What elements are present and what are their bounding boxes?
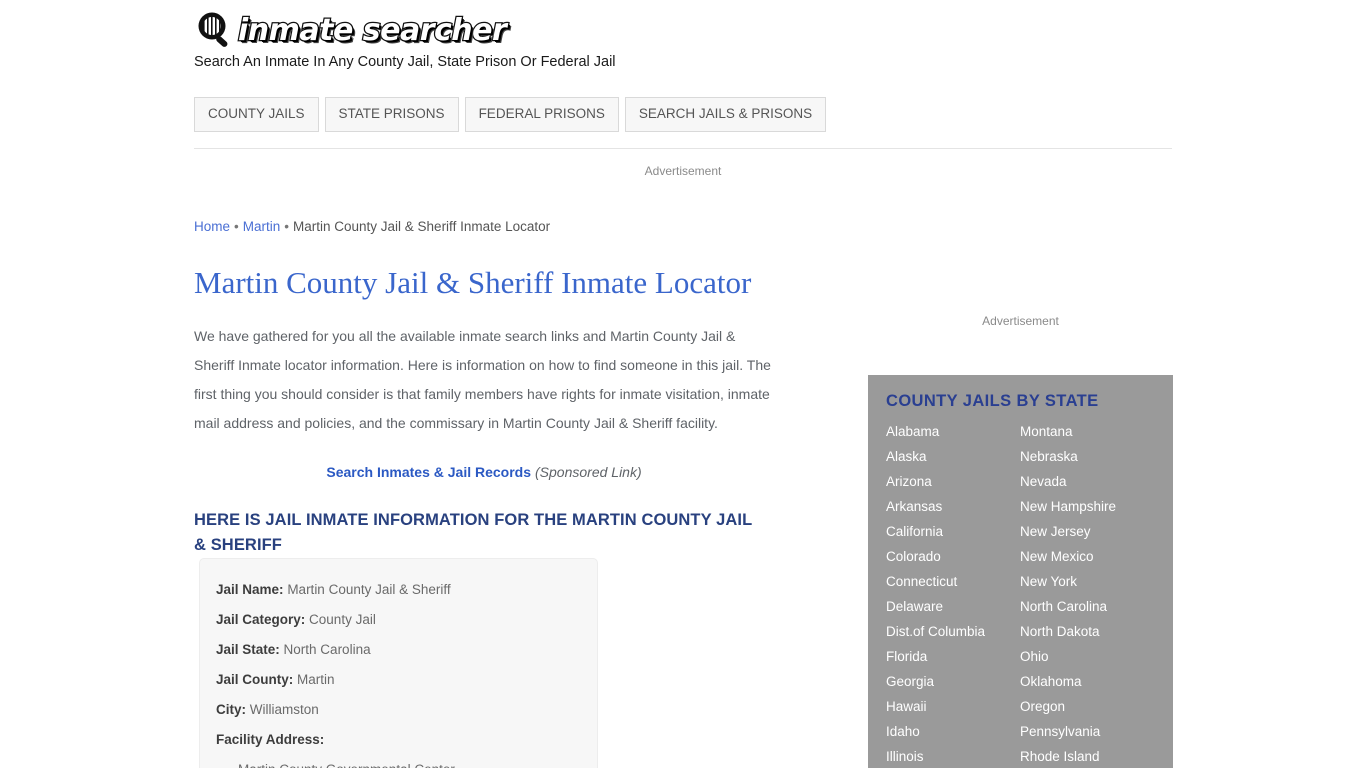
state-link-arizona[interactable]: Arizona [886,469,1020,494]
nav-item-search-jails-prisons[interactable]: SEARCH JAILS & PRISONS [624,97,827,132]
page-title: Martin County Jail & Sheriff Inmate Loca… [194,265,752,300]
breadcrumb-home-link[interactable]: Home [194,219,230,234]
state-link-new-jersey[interactable]: New Jersey [1020,519,1155,544]
info-row-facility-address: Facility Address: [216,725,581,755]
breadcrumb-current: Martin County Jail & Sheriff Inmate Loca… [293,219,551,234]
state-link-hawaii[interactable]: Hawaii [886,694,1020,719]
top-advertisement-label: Advertisement [644,164,722,178]
state-link-new-york[interactable]: New York [1020,569,1155,594]
info-label-facility-address: Facility Address: [216,732,325,747]
page-root: inmate searcher Search An Inmate In Any … [0,0,1366,768]
info-value-jail-county: Martin [297,672,335,687]
info-label-jail-name: Jail Name: [216,582,284,597]
info-label-jail-state: Jail State: [216,642,280,657]
logo-wordmark: inmate searcher [237,12,508,50]
info-row-jail-state: Jail State: North Carolina [216,635,581,665]
info-value-jail-state: North Carolina [283,642,371,657]
sponsored-link-note: (Sponsored Link) [535,464,642,480]
state-link-new-mexico[interactable]: New Mexico [1020,544,1155,569]
state-link-georgia[interactable]: Georgia [886,669,1020,694]
magnifier-jail-icon [194,10,236,52]
site-header: inmate searcher Search An Inmate In Any … [194,0,1172,71]
breadcrumb-county-link[interactable]: Martin [243,219,281,234]
state-link-connecticut[interactable]: Connecticut [886,569,1020,594]
state-link-alabama[interactable]: Alabama [886,419,1020,444]
state-link-illinois[interactable]: Illinois [886,744,1020,768]
header-divider [194,148,1172,149]
info-label-jail-category: Jail Category: [216,612,306,627]
info-value-facility-address-line-1: Martin County Governmental Center [216,755,581,768]
info-row-jail-name: Jail Name: Martin County Jail & Sheriff [216,575,581,605]
state-link-nebraska[interactable]: Nebraska [1020,444,1155,469]
breadcrumb: Home • Martin • Martin County Jail & Sheriff… [194,219,550,234]
sponsored-link-row: Search Inmates & Jail Records (Sponsored … [194,464,774,480]
search-inmates-records-link[interactable]: Search Inmates & Jail Records [326,464,531,480]
state-link-florida[interactable]: Florida [886,644,1020,669]
state-link-north-carolina[interactable]: North Carolina [1020,594,1155,619]
state-link-nevada[interactable]: Nevada [1020,469,1155,494]
county-jails-by-state-panel: COUNTY JAILS BY STATE Alabama Montana Al… [868,375,1173,768]
site-logo[interactable]: inmate searcher [194,0,1172,52]
breadcrumb-separator-2: • [284,219,289,234]
state-link-north-dakota[interactable]: North Dakota [1020,619,1155,644]
state-link-idaho[interactable]: Idaho [886,719,1020,744]
state-link-delaware[interactable]: Delaware [886,594,1020,619]
nav-item-county-jails[interactable]: COUNTY JAILS [194,97,319,132]
info-value-jail-category: County Jail [309,612,376,627]
state-link-new-hampshire[interactable]: New Hampshire [1020,494,1155,519]
info-row-jail-category: Jail Category: County Jail [216,605,581,635]
section-heading: HERE IS JAIL INMATE INFORMATION FOR THE … [194,511,752,554]
intro-paragraph: We have gathered for you all the availab… [194,328,771,431]
info-row-jail-county: Jail County: Martin [216,665,581,695]
state-link-alaska[interactable]: Alaska [886,444,1020,469]
info-row-city: City: Williamston [216,695,581,725]
state-link-rhode-island[interactable]: Rhode Island [1020,744,1155,768]
info-value-city: Williamston [249,702,319,717]
jail-info-card: Jail Name: Martin County Jail & Sheriff … [199,558,598,768]
state-link-montana[interactable]: Montana [1020,419,1155,444]
info-value-jail-name: Martin County Jail & Sheriff [287,582,451,597]
state-link-california[interactable]: California [886,519,1020,544]
info-label-city: City: [216,702,246,717]
state-link-arkansas[interactable]: Arkansas [886,494,1020,519]
state-link-oregon[interactable]: Oregon [1020,694,1155,719]
nav-item-state-prisons[interactable]: STATE PRISONS [324,97,459,132]
state-link-pennsylvania[interactable]: Pennsylvania [1020,719,1155,744]
state-link-dist-of-columbia[interactable]: Dist.of Columbia [886,619,1020,644]
breadcrumb-separator-1: • [234,219,239,234]
state-link-ohio[interactable]: Ohio [1020,644,1155,669]
info-label-jail-county: Jail County: [216,672,294,687]
sidebar-title: COUNTY JAILS BY STATE [886,392,1099,410]
site-tagline: Search An Inmate In Any County Jail, Sta… [194,54,616,70]
right-advertisement-label: Advertisement [982,314,1059,328]
main-nav: COUNTY JAILS STATE PRISONS FEDERAL PRISO… [194,97,827,132]
nav-item-federal-prisons[interactable]: FEDERAL PRISONS [464,97,619,132]
state-link-colorado[interactable]: Colorado [886,544,1020,569]
main-content: Martin County Jail & Sheriff Inmate Loca… [194,262,794,558]
state-links-grid: Alabama Montana Alaska Nebraska Arizona … [886,419,1155,768]
state-link-oklahoma[interactable]: Oklahoma [1020,669,1155,694]
